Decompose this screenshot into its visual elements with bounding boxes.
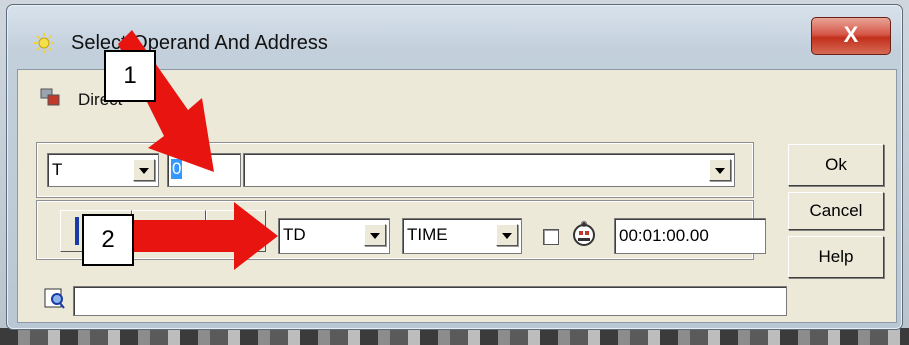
comment-icon[interactable] — [42, 286, 66, 310]
time-value-field[interactable]: 00:01:00.00 — [614, 218, 766, 254]
data-type-combo[interactable]: TD — [278, 218, 390, 254]
callout-arrow-2 — [130, 202, 278, 270]
retentive-checkbox[interactable] — [543, 229, 559, 245]
format-value: TIME — [407, 225, 448, 244]
ok-button[interactable]: Ok — [788, 144, 884, 186]
timer-icon: ◉ — [573, 219, 595, 246]
time-value: 00:01:00.00 — [619, 226, 709, 245]
chevron-down-icon[interactable] — [496, 224, 518, 246]
comment-input[interactable] — [73, 286, 787, 316]
help-button[interactable]: Help — [788, 236, 884, 278]
close-button[interactable]: X — [811, 17, 891, 55]
symbol-combo[interactable] — [243, 153, 735, 187]
chevron-down-icon[interactable] — [364, 224, 386, 246]
cancel-button[interactable]: Cancel — [788, 192, 884, 230]
svg-text:◉: ◉ — [581, 219, 588, 228]
app-icon — [34, 33, 54, 53]
callout-2: 2 — [82, 214, 134, 266]
chevron-down-icon[interactable] — [709, 159, 731, 181]
direct-mode-icon[interactable] — [40, 88, 60, 106]
operand-type-value: T — [52, 160, 63, 179]
background-strip — [0, 328, 909, 345]
format-combo[interactable]: TIME — [402, 218, 522, 254]
callout-1: 1 — [104, 50, 156, 102]
data-type-value: TD — [283, 225, 306, 244]
